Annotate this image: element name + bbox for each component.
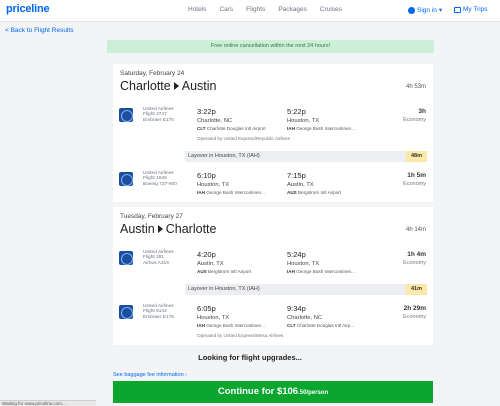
cabin-class: Economy — [403, 314, 426, 320]
arrival-time: 9:34p — [287, 304, 306, 313]
departure-city: Houston, TX — [197, 182, 230, 188]
airline-info: United Airlines Flight 3747 Embraer E170 — [143, 107, 174, 123]
nav-cars[interactable]: Cars — [219, 6, 233, 13]
united-logo-icon — [119, 172, 133, 186]
arrival-airport: IAH George Bush Intercontinen... — [287, 126, 355, 131]
departure-airport: IAH George Bush Intercontinen... — [197, 190, 265, 195]
return-trip-card: Tuesday, February 27 Austin Charlotte 4h… — [113, 207, 433, 345]
cabin-class: Economy — [403, 260, 426, 266]
segment-duration: 1h 5m — [407, 172, 426, 179]
departure-time: 6:10p — [197, 171, 216, 180]
route-destination: Charlotte — [165, 222, 217, 236]
aircraft: Embraer E175 — [143, 314, 174, 320]
arrow-right-icon — [157, 225, 163, 233]
airline-info: United Airlines Flight 281 Airbus A319 — [143, 250, 174, 266]
airline-info: United Airlines Flight 6142 Embraer E175 — [143, 304, 174, 320]
departure-city: Charlotte, NC — [197, 118, 233, 124]
chevron-right-icon: › — [185, 372, 188, 378]
united-logo-icon — [119, 305, 133, 319]
nav-packages[interactable]: Packages — [278, 6, 307, 13]
arrival-time: 7:15p — [287, 171, 306, 180]
priceline-logo[interactable]: priceline — [6, 3, 50, 15]
upgrades-loading-text: Looking for flight upgrades... — [198, 353, 302, 362]
united-logo-icon — [119, 108, 133, 122]
continue-price: Continue for $106 — [217, 386, 299, 397]
arrival-time: 5:22p — [287, 107, 306, 116]
operated-by: Operated by United Express/Mesa Airlines — [197, 333, 284, 338]
trip-date: Saturday, February 24 — [120, 70, 185, 77]
route-destination: Austin — [181, 79, 217, 93]
nav-hotels[interactable]: Hotels — [188, 6, 206, 13]
aircraft: Embraer E170 — [143, 117, 174, 123]
continue-button[interactable]: Continue for $106.50/person — [113, 381, 433, 403]
arrival-airport: AUS Bergstrom Intl Airport — [287, 190, 342, 195]
aircraft: Boeing 737-900 — [143, 181, 177, 187]
route-origin: Charlotte — [120, 79, 171, 93]
layover-text: Layover in Houston, TX (IAH) — [188, 153, 260, 159]
sign-in-button[interactable]: Sign in ▾ — [408, 6, 442, 14]
departure-time: 6:05p — [197, 304, 216, 313]
trip-date: Tuesday, February 27 — [120, 213, 183, 220]
trip-duration: 4h 53m — [405, 84, 426, 90]
arrival-airport: IAH George Bush Intercontinen... — [287, 269, 355, 274]
main-nav: Hotels Cars Flights Packages Cruises — [188, 6, 342, 13]
baggage-fee-link[interactable]: See baggage fee information › — [113, 372, 187, 378]
sign-in-label: Sign in — [417, 6, 437, 14]
layover-bar: Layover in Houston, TX (IAH) 48m — [185, 151, 427, 162]
my-trips-button[interactable]: My Trips — [454, 6, 488, 13]
outbound-trip-card: Saturday, February 24 Charlotte Austin 4… — [113, 64, 433, 202]
layover-time-badge: 48m — [405, 151, 427, 162]
segment-duration: 3h — [418, 108, 426, 115]
baggage-fee-label: See baggage fee information — [113, 372, 184, 378]
nav-flights[interactable]: Flights — [246, 6, 265, 13]
trip-duration: 4h 14m — [405, 227, 426, 233]
departure-time: 4:20p — [197, 250, 216, 259]
cabin-class: Economy — [403, 117, 426, 123]
departure-airport: IAH George Bush Intercontinen... — [197, 323, 265, 328]
cancellation-notice: Free online cancellation within the next… — [107, 40, 434, 53]
arrow-right-icon — [173, 82, 179, 90]
segment-duration: 2h 29m — [403, 305, 426, 312]
departure-time: 3:22p — [197, 107, 216, 116]
my-trips-label: My Trips — [463, 6, 488, 13]
united-logo-icon — [119, 251, 133, 265]
nav-cruises[interactable]: Cruises — [320, 6, 342, 13]
departure-city: Houston, TX — [197, 315, 230, 321]
user-icon — [408, 6, 415, 14]
browser-status-bar: Waiting for www.priceline.com... — [0, 400, 96, 406]
arrival-time: 5:24p — [287, 250, 306, 259]
arrival-city: Charlotte, NC — [287, 315, 323, 321]
departure-airport: AUS Bergstrom Intl Airport — [197, 269, 252, 274]
airline-info: United Airlines Flight 1045 Boeing 737-9… — [143, 171, 177, 187]
cabin-class: Economy — [403, 181, 426, 187]
suitcase-icon — [454, 6, 461, 13]
arrival-city: Austin, TX — [287, 182, 314, 188]
top-nav: priceline Hotels Cars Flights Packages C… — [0, 0, 500, 22]
continue-price-cents: .50/person — [298, 390, 329, 396]
arrival-city: Houston, TX — [287, 118, 320, 124]
layover-bar: Layover in Houston, TX (IAH) 41m — [185, 284, 427, 295]
layover-text: Layover in Houston, TX (IAH) — [188, 286, 260, 292]
departure-city: Austin, TX — [197, 261, 224, 267]
back-to-results-link[interactable]: < Back to Flight Results — [5, 27, 73, 34]
aircraft: Airbus A319 — [143, 260, 169, 266]
departure-airport: CLT Charlotte Douglas Intl Airport — [197, 126, 266, 131]
trip-route: Austin Charlotte — [120, 222, 216, 236]
chevron-down-icon: ▾ — [438, 7, 443, 14]
layover-time-badge: 41m — [405, 284, 427, 295]
arrival-city: Houston, TX — [287, 261, 320, 267]
arrival-airport: CLT Charlotte Douglas Intl Airp... — [287, 323, 355, 328]
route-origin: Austin — [120, 222, 155, 236]
trip-route: Charlotte Austin — [120, 79, 216, 93]
operated-by: Operated by United Express/Republic Airl… — [197, 136, 290, 141]
segment-duration: 1h 4m — [407, 251, 426, 258]
